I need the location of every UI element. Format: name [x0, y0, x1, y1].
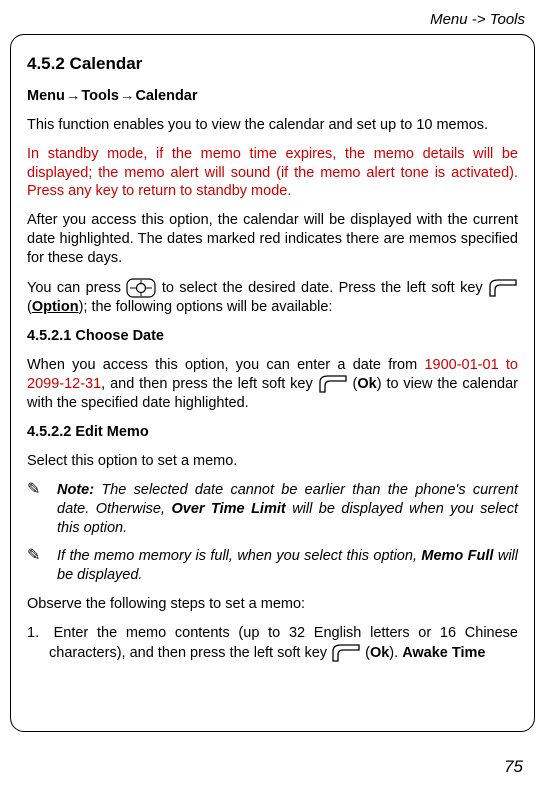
date-range-start: 1900-01-01 to — [424, 357, 518, 373]
note-label: Note: — [57, 482, 94, 498]
press-text-3: ); the following options will be availab… — [79, 299, 333, 315]
option-label: Option — [32, 299, 79, 315]
step-1: 1. Enter the memo contents (up to 32 Eng… — [27, 624, 518, 663]
section-name: Calendar — [70, 54, 143, 73]
header-path: Menu -> Tools — [430, 10, 525, 30]
left-soft-key-icon — [318, 374, 348, 394]
awake-time-label: Awake Time — [402, 645, 485, 661]
date-range-end: 2099-12-31 — [27, 376, 101, 392]
note-row-1: ✎ Note: The selected date cannot be earl… — [27, 481, 518, 538]
choose-date-text-a: When you access this option, you can ent… — [27, 357, 424, 373]
navigation-key-icon — [126, 278, 156, 298]
breadcrumb-seg-menu: Menu — [27, 88, 65, 104]
observe-steps: Observe the following steps to set a mem… — [27, 595, 518, 614]
step-1-text-b: ). — [389, 645, 402, 661]
note-2-text: If the memo memory is full, when you sel… — [57, 547, 518, 585]
arrow-icon: → — [65, 88, 82, 104]
after-access-paragraph: After you access this option, the calend… — [27, 211, 518, 268]
note-2-body-a: If the memo memory is full, when you sel… — [57, 548, 421, 564]
choose-date-paragraph: When you access this option, you can ent… — [27, 356, 518, 414]
note-icon: ✎ — [27, 547, 47, 564]
subheading-choose-date: 4.5.2.1 Choose Date — [27, 327, 518, 346]
ok-label: Ok — [370, 645, 389, 661]
subheading-edit-memo: 4.5.2.2 Edit Memo — [27, 423, 518, 442]
ok-label: Ok — [357, 376, 376, 392]
section-title: 4.5.2 Calendar — [27, 53, 518, 75]
note-1-text: Note: The selected date cannot be earlie… — [57, 481, 518, 538]
note-row-2: ✎ If the memo memory is full, when you s… — [27, 547, 518, 585]
press-text-2: to select the desired date. Press the le… — [156, 280, 488, 296]
intro-paragraph: This function enables you to view the ca… — [27, 116, 518, 135]
left-soft-key-icon — [488, 278, 518, 298]
left-soft-key-icon — [331, 643, 361, 663]
choose-date-text-b1: , and then press the left soft key — [101, 376, 317, 392]
page-number: 75 — [504, 756, 523, 778]
section-number: 4.5.2 — [27, 54, 65, 73]
press-text-1: You can press — [27, 280, 126, 296]
breadcrumb-seg-tools: Tools — [81, 88, 119, 104]
arrow-icon: → — [119, 88, 136, 104]
press-instruction: You can press to select the desired date… — [27, 278, 518, 317]
note-icon: ✎ — [27, 481, 47, 498]
breadcrumb-seg-calendar: Calendar — [135, 88, 197, 104]
breadcrumb: Menu→Tools→Calendar — [27, 87, 518, 106]
edit-memo-intro: Select this option to set a memo. — [27, 452, 518, 471]
memo-full-label: Memo Full — [421, 548, 493, 564]
page-content: 4.5.2 Calendar Menu→Tools→Calendar This … — [10, 34, 535, 732]
standby-warning: In standby mode, if the memo time expire… — [27, 145, 518, 202]
over-time-limit-label: Over Time Limit — [172, 501, 286, 517]
